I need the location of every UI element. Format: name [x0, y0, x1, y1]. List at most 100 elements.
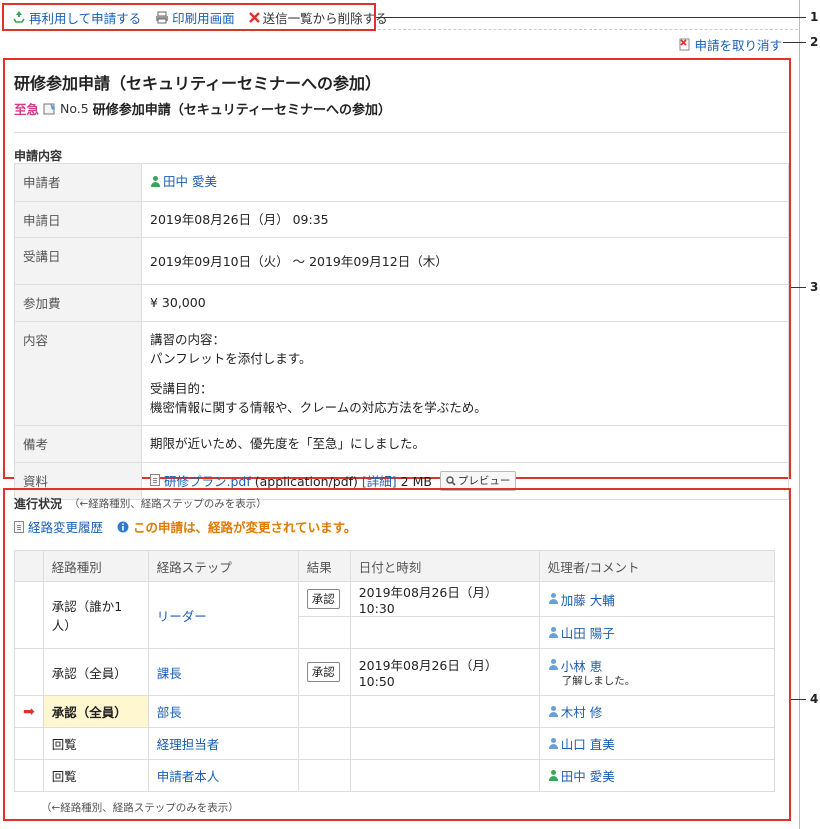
user-icon — [150, 175, 161, 188]
action-toolbar: 再利用して申請する 印刷用画面 送信一覧から削除する — [2, 3, 388, 31]
note-key: 備考 — [14, 425, 142, 463]
handler-user-link[interactable]: 田中 愛美 — [548, 766, 615, 785]
applicant-name: 田中 愛美 — [163, 174, 217, 189]
table-row: 備考 期限が近いため、優先度を「至急」にしました。 — [14, 425, 789, 463]
magnifier-icon — [446, 476, 456, 486]
table-row: 申請者 田中 愛美 — [14, 162, 789, 203]
file-link[interactable]: 研修プラン.pdf — [164, 474, 251, 489]
route-step-link[interactable]: 申請者本人 — [147, 759, 299, 792]
delete-label: 送信一覧から削除する — [262, 10, 388, 26]
request-number: No.5 — [60, 101, 89, 116]
content-line: 受講目的： — [150, 380, 213, 396]
route-step-link[interactable]: 経理担当者 — [147, 727, 299, 760]
datetime-cell — [349, 616, 540, 649]
priority-badge: 至急 — [14, 102, 40, 117]
handler-name: 木村 修 — [560, 705, 603, 720]
request-content-label: 申請内容 — [14, 149, 63, 163]
callout-number-3: 3 — [810, 280, 819, 294]
fee-value: ¥ 30,000 — [141, 284, 789, 322]
handler-cell: 田中 愛美 — [538, 759, 776, 792]
info-icon — [117, 521, 129, 532]
date-value: 2019年08月26日（月） 09:35 — [141, 201, 789, 239]
delete-from-sent-button[interactable]: 送信一覧から削除する — [248, 8, 388, 27]
handler-user-link[interactable]: 小林 恵 — [548, 656, 602, 675]
route-type: 承認（誰か1人） — [42, 581, 149, 649]
file-icon — [150, 473, 160, 486]
handler-cell: 加藤 大輔 — [538, 581, 776, 617]
datetime-cell — [349, 727, 540, 760]
route-filter-link[interactable]: （←経路種別、経路ステップのみを表示） — [69, 496, 267, 511]
datetime-header: 日付と時刻 — [349, 550, 540, 582]
form-doc-icon — [43, 103, 56, 115]
handler-cell: 山田 陽子 — [538, 616, 776, 649]
route-step-name: 部長 — [156, 705, 182, 720]
reuse-button[interactable]: 再利用して申請する — [12, 8, 141, 27]
route-table: 経路種別 経路ステップ 結果 日付と時刻 処理者/コメント 承認（誰か1人） リ… — [14, 550, 776, 792]
section-divider — [14, 132, 787, 133]
handler-user-link[interactable]: 加藤 大輔 — [548, 590, 615, 609]
handler-name: 山田 陽子 — [560, 626, 615, 641]
marker-cell: ➡ — [14, 695, 44, 728]
route-filter-link-bottom[interactable]: （←経路種別、経路ステップのみを表示） — [41, 800, 239, 815]
notice-text: この申請は、経路が変更されています。 — [133, 520, 357, 535]
route-step-name: リーダー — [156, 608, 207, 624]
marker-cell — [14, 581, 44, 649]
callout-line-3 — [791, 287, 806, 288]
handler-comment: 了解しました。 — [561, 674, 636, 687]
user-icon — [548, 705, 559, 718]
table-row: 受講日 2019年09月10日（火） ～ 2019年09月12日（木） — [14, 237, 789, 286]
approve-stamp: 承認 — [306, 589, 340, 609]
route-changed-notice: この申請は、経路が変更されています。 — [117, 517, 356, 536]
printer-icon — [156, 11, 169, 23]
route-step-link[interactable]: リーダー — [147, 581, 299, 649]
handler-name: 小林 恵 — [560, 658, 603, 674]
file-detail-link[interactable]: [詳細] — [362, 474, 397, 489]
datetime-cell: 2019年08月26日（月） 10:50 — [349, 648, 540, 696]
user-icon — [548, 659, 559, 671]
handler-cell: 木村 修 — [538, 695, 776, 728]
print-button[interactable]: 印刷用画面 — [155, 8, 235, 27]
user-icon — [548, 737, 559, 750]
table-row: 参加費 ¥ 30,000 — [14, 284, 789, 322]
handler-user-link[interactable]: 山口 直美 — [548, 734, 615, 753]
content-value: 講習の内容： パンフレットを添付します。 受講目的： 機密情報に関する情報や、ク… — [141, 320, 789, 427]
request-subtitle: 研修参加申請（セキュリティーセミナーへの参加） — [92, 103, 391, 118]
route-step-name: 申請者本人 — [156, 769, 220, 784]
route-type: 承認（全員） — [42, 648, 149, 696]
progress-label: 進行状況 — [14, 497, 63, 511]
route-step-link[interactable]: 課長 — [147, 648, 299, 696]
cancel-request-link[interactable]: 申請を取り消す — [679, 35, 782, 54]
current-step-arrow-icon: ➡ — [23, 703, 35, 720]
content-line: 機密情報に関する情報や、クレームの対応方法を学ぶため。 — [150, 399, 487, 415]
history-doc-icon — [14, 520, 24, 533]
handler-user-link[interactable]: 山田 陽子 — [548, 623, 615, 642]
recycle-icon — [13, 11, 25, 23]
approve-stamp: 承認 — [306, 662, 340, 682]
callout-number-4: 4 — [810, 692, 819, 706]
callout-line-4 — [791, 699, 806, 700]
date-key: 申請日 — [14, 201, 142, 239]
route-type: 回覧 — [42, 727, 149, 760]
progress-section: 進行状況 （←経路種別、経路ステップのみを表示） 経路変更履歴 この申請は、経路… — [3, 488, 791, 821]
marker-header — [14, 550, 44, 582]
result-cell — [297, 727, 351, 760]
request-subtitle-row: 至急 No.5 研修参加申請（セキュリティーセミナーへの参加） — [14, 99, 391, 118]
request-content-table: 申請者 田中 愛美 申請日 2019年08月26日（月） 09:35 受講日 2… — [14, 162, 789, 501]
result-cell — [297, 695, 351, 728]
route-type: 承認（全員） — [42, 695, 149, 728]
route-step-link[interactable]: 部長 — [147, 695, 299, 728]
datetime-cell: 2019年08月26日（月） 10:30 — [349, 581, 540, 617]
handler-user-link[interactable]: 木村 修 — [548, 702, 602, 721]
note-value: 期限が近いため、優先度を「至急」にしました。 — [141, 425, 789, 463]
table-row: 承認（誰か1人） リーダー 承認 2019年08月26日（月） 10:30 加藤… — [14, 581, 776, 649]
content-line: パンフレットを添付します。 — [150, 351, 312, 367]
user-icon — [548, 593, 559, 605]
applicant-user-link[interactable]: 田中 愛美 — [150, 172, 217, 191]
print-label: 印刷用画面 — [172, 10, 235, 26]
type-header: 経路種別 — [42, 550, 149, 582]
handler-name: 加藤 大輔 — [560, 592, 615, 608]
result-cell: 承認 — [297, 581, 351, 617]
route-history-link[interactable]: 経路変更履歴 — [14, 517, 103, 536]
result-cell: 承認 — [297, 648, 351, 696]
